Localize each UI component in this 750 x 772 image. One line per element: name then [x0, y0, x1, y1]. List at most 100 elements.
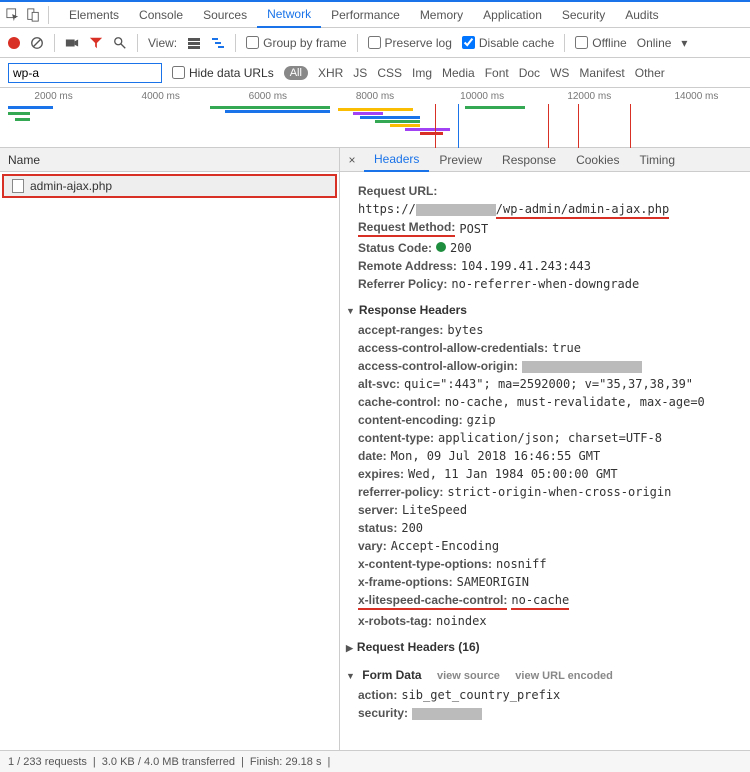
- camera-icon[interactable]: [65, 36, 79, 50]
- waterfall-icon[interactable]: [211, 36, 225, 50]
- tab-security[interactable]: Security: [552, 2, 615, 28]
- response-header-row: server:LiteSpeed: [358, 501, 740, 519]
- tab-console[interactable]: Console: [129, 2, 193, 28]
- tab-audits[interactable]: Audits: [615, 2, 668, 28]
- request-headers-toggle[interactable]: Request Headers (16): [346, 640, 740, 654]
- response-header-row: x-robots-tag:noindex: [358, 612, 740, 630]
- timeline-tick: 10000 ms: [429, 91, 536, 102]
- filter-types: XHR JS CSS Img Media Font Doc WS Manifest Other: [318, 66, 665, 80]
- main-panel: Name admin-ajax.php × HeadersPreviewResp…: [0, 148, 750, 753]
- response-header-row: cache-control:no-cache, must-revalidate,…: [358, 393, 740, 411]
- status-bar: 1 / 233 requests | 3.0 KB / 4.0 MB trans…: [0, 750, 750, 772]
- referrer-policy-key: Referrer Policy:: [358, 277, 447, 291]
- response-header-row: access-control-allow-origin:: [358, 357, 740, 375]
- timeline-tick: 6000 ms: [214, 91, 321, 102]
- form-data-section: Form Data view source view URL encoded a…: [340, 662, 750, 726]
- timeline-waterfall: [0, 104, 750, 148]
- tab-sources[interactable]: Sources: [193, 2, 257, 28]
- response-headers-toggle[interactable]: Response Headers: [346, 303, 740, 317]
- tab-elements[interactable]: Elements: [59, 2, 129, 28]
- offline-checkbox[interactable]: Offline: [575, 36, 626, 50]
- request-row-admin-ajax[interactable]: admin-ajax.php: [2, 174, 337, 198]
- response-header-row: expires:Wed, 11 Jan 1984 05:00:00 GMT: [358, 465, 740, 483]
- response-header-row: x-content-type-options:nosniff: [358, 555, 740, 573]
- devtools-topbar: ElementsConsoleSourcesNetworkPerformance…: [0, 2, 750, 28]
- timeline-overview[interactable]: 2000 ms4000 ms6000 ms8000 ms10000 ms1200…: [0, 88, 750, 148]
- response-header-row: access-control-allow-credentials:true: [358, 339, 740, 357]
- name-column-header[interactable]: Name: [0, 148, 339, 172]
- preserve-log-checkbox[interactable]: Preserve log: [368, 36, 452, 50]
- tab-application[interactable]: Application: [473, 2, 552, 28]
- filter-type-font[interactable]: Font: [485, 66, 509, 80]
- response-header-row: vary:Accept-Encoding: [358, 537, 740, 555]
- filter-type-doc[interactable]: Doc: [519, 66, 540, 80]
- response-headers-section: Response Headers accept-ranges:bytesacce…: [340, 297, 750, 634]
- close-details-icon[interactable]: ×: [344, 153, 360, 167]
- throttle-caret-icon[interactable]: ▾: [681, 36, 687, 50]
- tab-network[interactable]: Network: [257, 2, 321, 28]
- network-toolbar: View: Group by frame Preserve log Disabl…: [0, 28, 750, 58]
- tab-memory[interactable]: Memory: [410, 2, 473, 28]
- request-headers-section: Request Headers (16): [340, 634, 750, 662]
- hide-data-urls-checkbox[interactable]: Hide data URLs: [172, 66, 274, 80]
- filter-input[interactable]: [8, 63, 162, 83]
- search-icon[interactable]: [113, 36, 127, 50]
- request-list: Name admin-ajax.php: [0, 148, 340, 753]
- filter-type-img[interactable]: Img: [412, 66, 432, 80]
- large-rows-icon[interactable]: [187, 36, 201, 50]
- response-header-row: referrer-policy:strict-origin-when-cross…: [358, 483, 740, 501]
- filter-type-xhr[interactable]: XHR: [318, 66, 343, 80]
- response-header-row: content-encoding:gzip: [358, 411, 740, 429]
- details-tab-timing[interactable]: Timing: [629, 148, 685, 172]
- request-url-key: Request URL:: [358, 184, 437, 198]
- device-toolbar-icon[interactable]: [24, 6, 42, 24]
- request-details: × HeadersPreviewResponseCookiesTiming Re…: [340, 148, 750, 753]
- filter-icon[interactable]: [89, 36, 103, 50]
- response-header-row: accept-ranges:bytes: [358, 321, 740, 339]
- response-header-row: x-frame-options:SAMEORIGIN: [358, 573, 740, 591]
- remote-address-key: Remote Address:: [358, 259, 457, 273]
- status-code-key: Status Code:: [358, 241, 432, 255]
- filter-type-ws[interactable]: WS: [550, 66, 569, 80]
- disable-cache-checkbox[interactable]: Disable cache: [462, 36, 554, 50]
- filter-type-css[interactable]: CSS: [377, 66, 402, 80]
- file-icon: [12, 179, 24, 193]
- online-label[interactable]: Online: [637, 36, 672, 50]
- devtools-tabs: ElementsConsoleSourcesNetworkPerformance…: [59, 2, 669, 28]
- details-tab-response[interactable]: Response: [492, 148, 566, 172]
- response-header-row: content-type:application/json; charset=U…: [358, 429, 740, 447]
- timeline-tick: 8000 ms: [321, 91, 428, 102]
- filter-type-media[interactable]: Media: [442, 66, 475, 80]
- view-label: View:: [148, 36, 177, 50]
- record-button[interactable]: [8, 37, 20, 49]
- form-data-toggle[interactable]: Form Data view source view URL encoded: [346, 668, 740, 682]
- response-header-row: date:Mon, 09 Jul 2018 16:46:55 GMT: [358, 447, 740, 465]
- timeline-tick: 12000 ms: [536, 91, 643, 102]
- tab-performance[interactable]: Performance: [321, 2, 410, 28]
- details-tab-preview[interactable]: Preview: [429, 148, 492, 172]
- general-section: Request URL: https:///wp-admin/admin-aja…: [340, 172, 750, 297]
- timeline-tick: 2000 ms: [0, 91, 107, 102]
- filter-type-manifest[interactable]: Manifest: [579, 66, 624, 80]
- details-tab-cookies[interactable]: Cookies: [566, 148, 629, 172]
- inspect-element-icon[interactable]: [4, 6, 22, 24]
- view-source-link[interactable]: view source: [437, 670, 500, 682]
- filter-type-other[interactable]: Other: [635, 66, 665, 80]
- form-data-row: security:: [358, 704, 740, 722]
- timeline-tick: 4000 ms: [107, 91, 214, 102]
- details-tabbar: × HeadersPreviewResponseCookiesTiming: [340, 148, 750, 172]
- response-header-row: alt-svc:quic=":443"; ma=2592000; v="35,3…: [358, 375, 740, 393]
- form-data-row: action:sib_get_country_prefix: [358, 686, 740, 704]
- timeline-tick: 14000 ms: [643, 91, 750, 102]
- view-url-encoded-link[interactable]: view URL encoded: [515, 670, 613, 682]
- response-header-row: x-litespeed-cache-control:no-cache: [358, 591, 740, 612]
- filter-bar: Hide data URLs All XHR JS CSS Img Media Font D…: [0, 58, 750, 88]
- filter-all-pill[interactable]: All: [284, 66, 308, 80]
- clear-icon[interactable]: [30, 36, 44, 50]
- details-tab-headers[interactable]: Headers: [364, 148, 429, 172]
- request-name: admin-ajax.php: [30, 179, 112, 193]
- status-finish: Finish: 29.18 s: [250, 756, 322, 768]
- status-requests: 1 / 233 requests: [8, 756, 87, 768]
- group-by-frame-checkbox[interactable]: Group by frame: [246, 36, 346, 50]
- filter-type-js[interactable]: JS: [353, 66, 367, 80]
